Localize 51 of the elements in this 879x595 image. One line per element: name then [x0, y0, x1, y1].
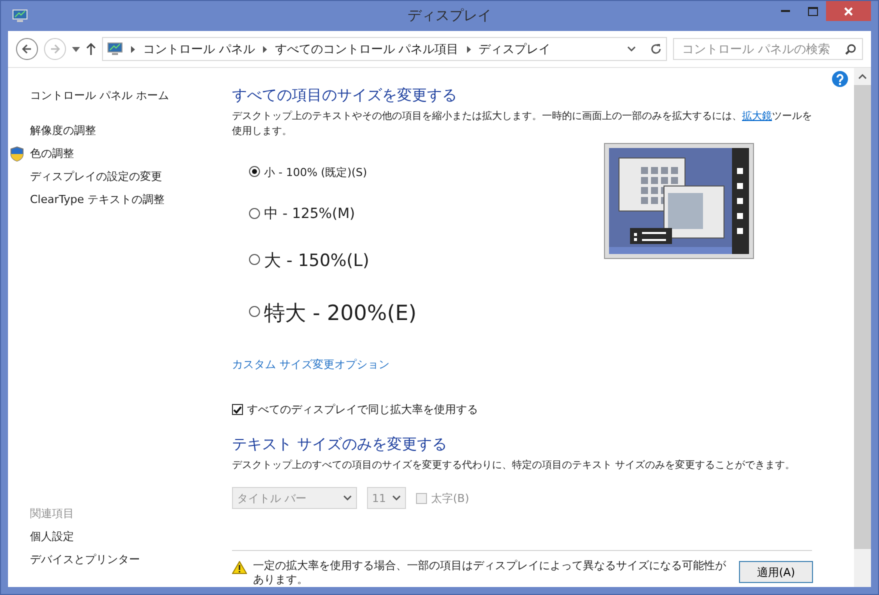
- checkmark-icon: [233, 406, 242, 414]
- warning-icon: [232, 561, 247, 574]
- description-text: デスクトップ上のテキストやその他の項目を縮小または拡大します。一時的に画面上の一部のみを拡大するには、拡大鏡ツールを使用します。: [232, 110, 812, 139]
- monitor-icon: [107, 42, 123, 56]
- window-title: ディスプレイ: [408, 7, 492, 25]
- sidebar-link[interactable]: デバイスとプリンター: [30, 548, 223, 571]
- up-arrow-icon[interactable]: [86, 43, 96, 55]
- dropdown-icon: [627, 46, 636, 52]
- scale-radio-option[interactable]: 大 - 150%(L): [249, 249, 589, 299]
- shield-icon: [10, 146, 24, 162]
- dropdown-icon[interactable]: [72, 46, 80, 52]
- scroll-up-icon: [858, 74, 867, 80]
- chevron-down-icon: [343, 495, 352, 501]
- address-bar[interactable]: コントロール パネル すべてのコントロール パネル項目 ディスプレイ: [102, 37, 667, 61]
- related-heading: 関連項目: [30, 506, 75, 522]
- sidebar-link[interactable]: コントロール パネル ホーム: [30, 84, 223, 107]
- warning-text: 一定の拡大率を使用する場合、一部の項目はディスプレイによって異なるサイズになる可能性があります。: [253, 559, 727, 587]
- chevron-icon: [466, 46, 471, 52]
- close-button[interactable]: [826, 1, 871, 21]
- section-title: すべての項目のサイズを変更する: [232, 86, 458, 105]
- search-icon[interactable]: [845, 44, 856, 55]
- sidebar-link[interactable]: 個人設定: [30, 525, 223, 548]
- arrow-right-icon: [50, 44, 60, 54]
- refresh-icon[interactable]: [650, 43, 662, 55]
- help-icon[interactable]: [832, 71, 848, 87]
- back-button[interactable]: [16, 38, 38, 60]
- same-scale-checkbox[interactable]: すべてのディスプレイで同じ拡大率を使用する: [232, 402, 824, 417]
- sidebar-link[interactable]: ClearType テキストの調整: [30, 188, 165, 211]
- maximize-icon: [808, 6, 818, 16]
- breadcrumb-item[interactable]: すべてのコントロール パネル項目: [274, 40, 459, 58]
- section-title: テキスト サイズのみを変更する: [232, 435, 448, 454]
- sidebar-link[interactable]: 色の調整: [30, 142, 74, 165]
- monitor-icon: [12, 9, 28, 23]
- chevron-icon: [131, 46, 135, 52]
- breadcrumb-item[interactable]: コントロール パネル: [143, 40, 255, 58]
- breadcrumb-item[interactable]: ディスプレイ: [478, 40, 551, 58]
- apply-button[interactable]: 適用(A): [739, 561, 813, 583]
- sidebar-link[interactable]: ディスプレイの設定の変更: [30, 165, 162, 188]
- chevron-icon: [262, 46, 267, 52]
- description-text: デスクトップ上のすべての項目のサイズを変更する代わりに、特定の項目のテキスト サイズのみを変更することができます。: [232, 458, 796, 473]
- custom-scaling-link[interactable]: カスタム サイズ変更オプション: [232, 357, 390, 372]
- scale-radio-option[interactable]: 中 - 125%(M): [249, 205, 589, 249]
- chevron-down-icon: [392, 495, 401, 501]
- close-icon: [844, 6, 853, 16]
- scale-radio-option[interactable]: 特大 - 200%(E): [249, 299, 589, 351]
- arrow-left-icon: [22, 44, 32, 54]
- magnifier-link[interactable]: 拡大鏡: [742, 111, 772, 122]
- sidebar-link[interactable]: 解像度の調整: [30, 119, 96, 142]
- minimize-icon: [781, 10, 790, 12]
- search-field[interactable]: コントロール パネルの検索: [673, 38, 863, 60]
- scale-radio-option[interactable]: 小 - 100% (既定)(S): [249, 165, 589, 205]
